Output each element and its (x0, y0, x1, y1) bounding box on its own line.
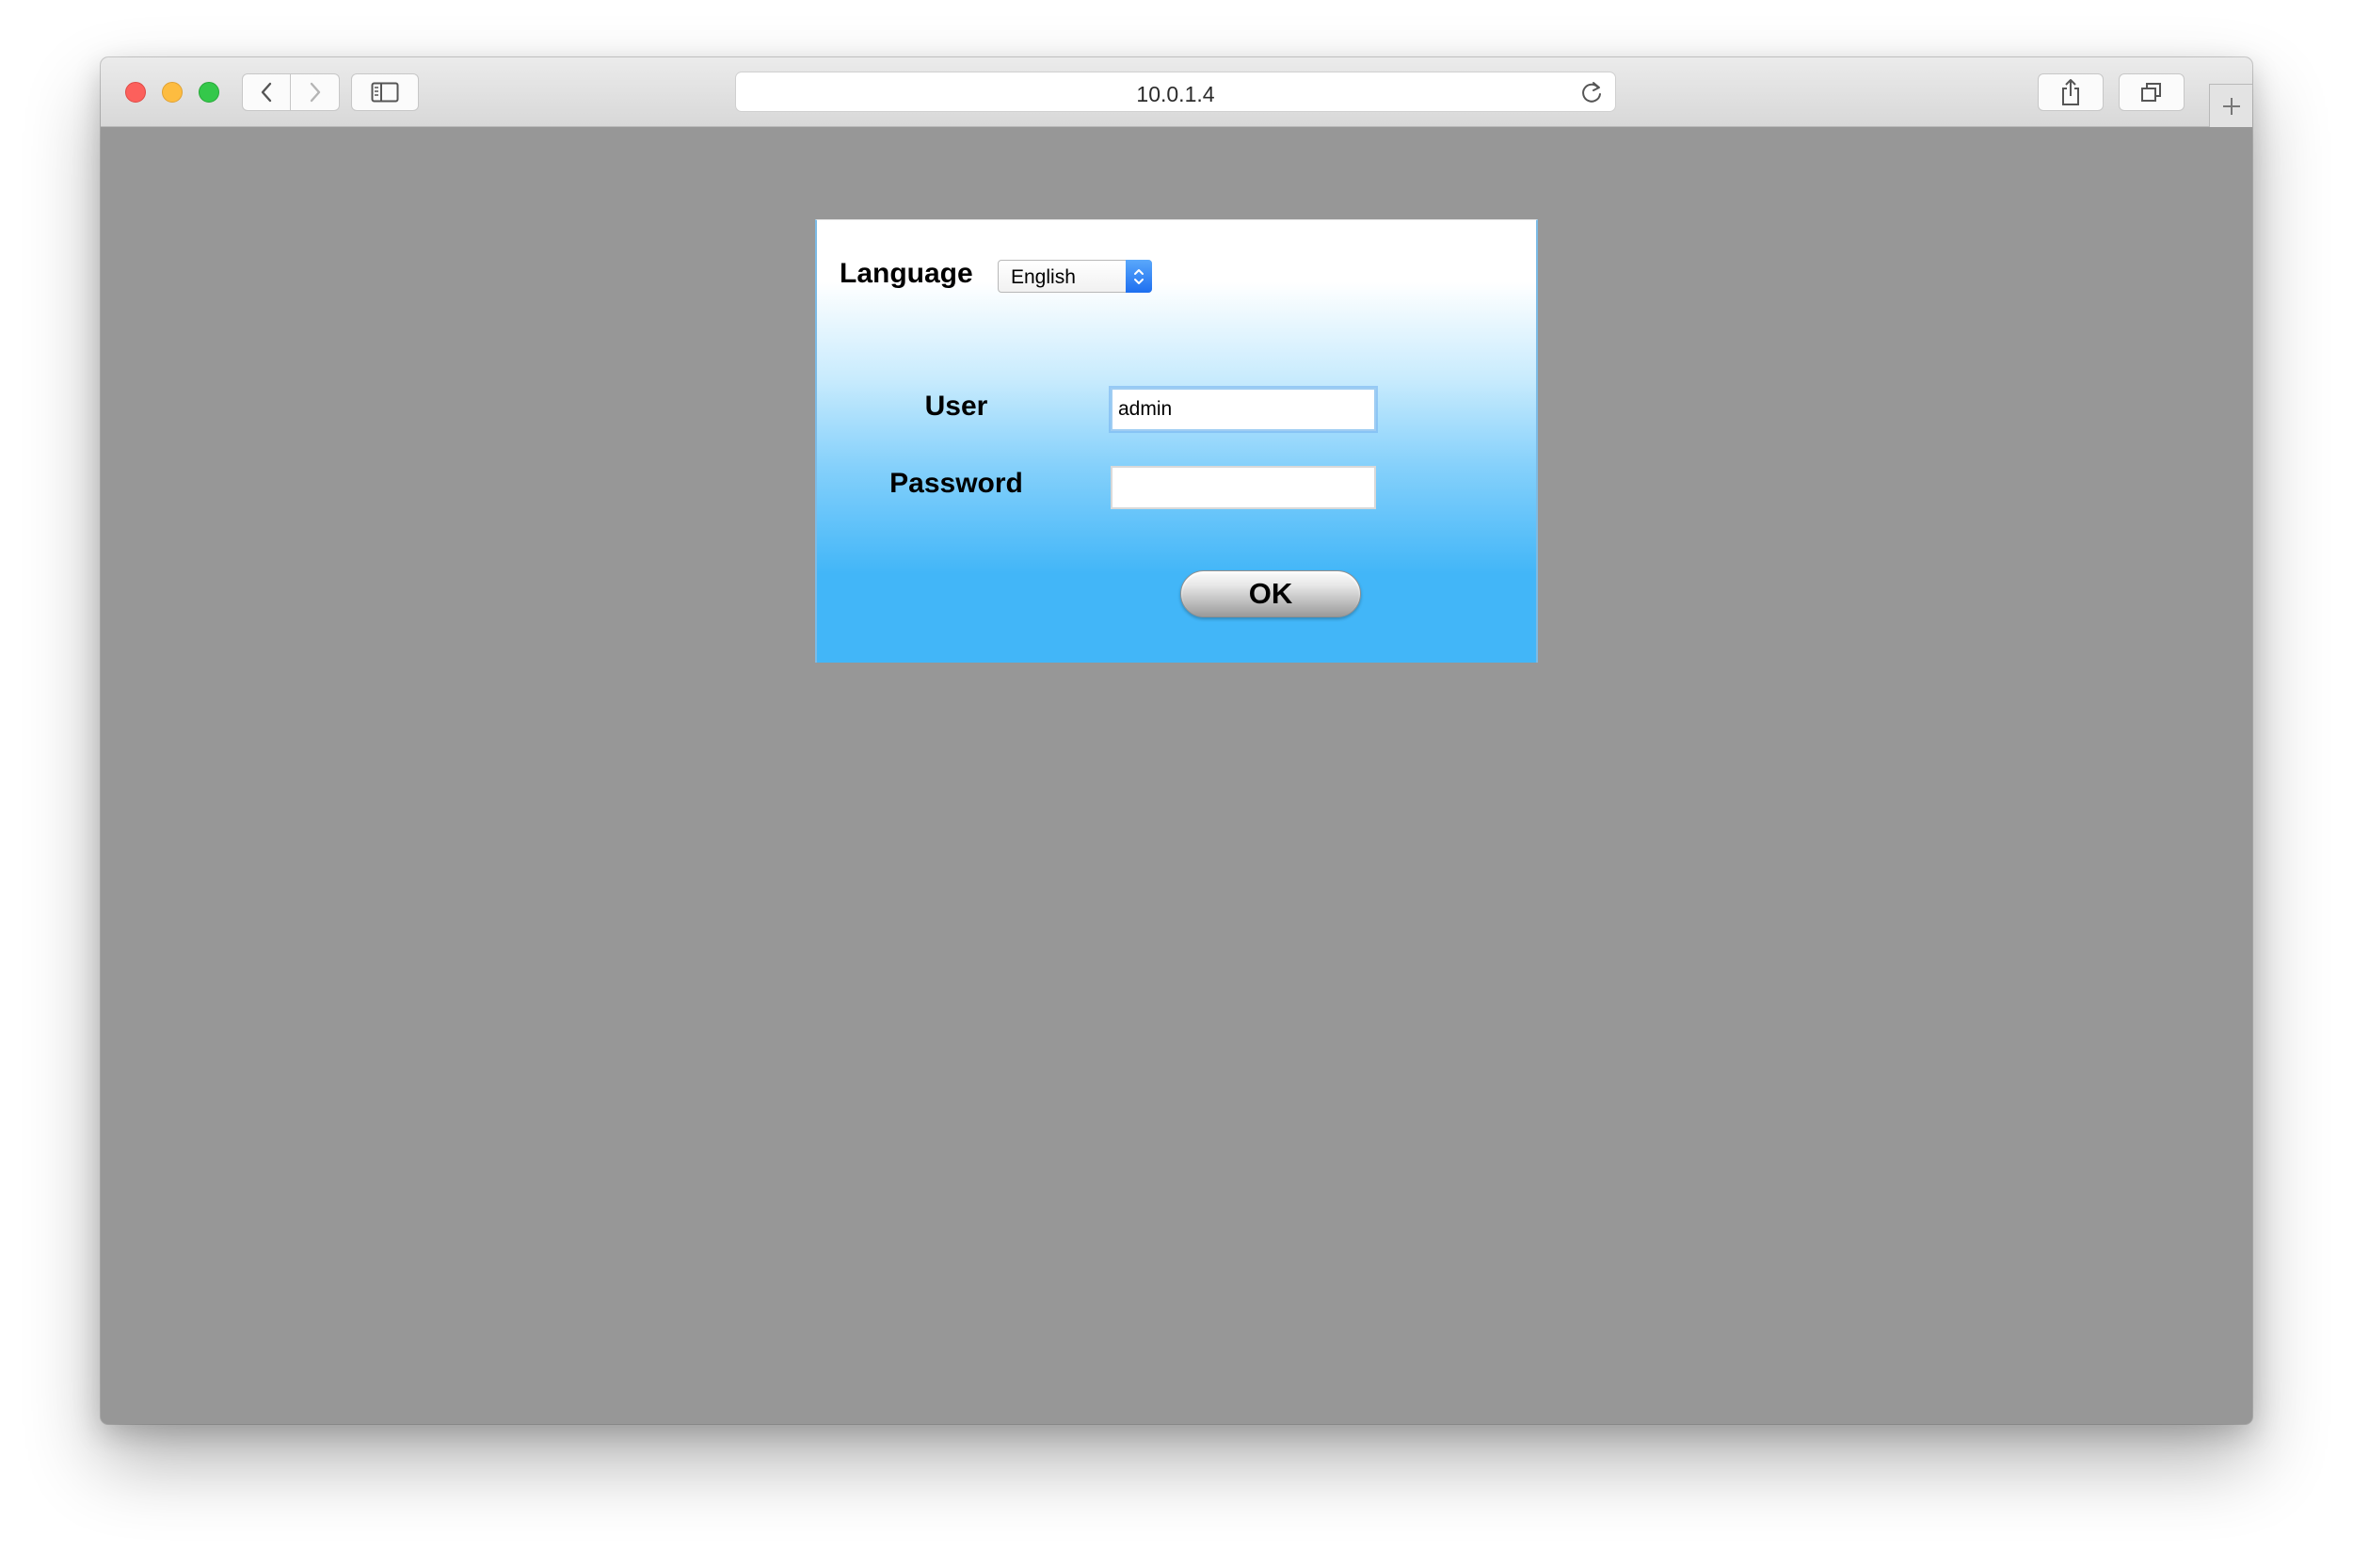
password-label: Password (889, 468, 1023, 499)
language-label: Language (840, 258, 973, 289)
sidebar-icon (371, 82, 399, 103)
plus-icon (2222, 97, 2240, 115)
select-arrows-icon (1126, 260, 1152, 293)
chevron-right-icon (310, 82, 320, 103)
chevron-left-icon (261, 82, 272, 103)
password-input[interactable] (1111, 466, 1376, 509)
minimize-window-button[interactable] (162, 82, 183, 103)
user-input[interactable] (1111, 388, 1376, 431)
address-url: 10.0.1.4 (1136, 82, 1215, 106)
new-tab-button[interactable] (2209, 84, 2252, 127)
tabs-overview-icon (2141, 83, 2161, 102)
browser-toolbar: 10.0.1.4 (101, 57, 2252, 127)
sidebar-toggle-button[interactable] (351, 73, 419, 111)
address-bar[interactable]: 10.0.1.4 (735, 72, 1616, 112)
page-content: Language English User Password OK (101, 127, 2252, 1424)
close-window-button[interactable] (125, 82, 146, 103)
back-button[interactable] (242, 73, 291, 111)
share-button[interactable] (2038, 73, 2104, 111)
maximize-window-button[interactable] (199, 82, 219, 103)
ok-button[interactable]: OK (1180, 570, 1361, 617)
reload-icon[interactable] (1579, 80, 1604, 104)
language-select[interactable]: English (998, 260, 1152, 293)
language-selected-value: English (1011, 266, 1076, 288)
tab-overview-button[interactable] (2119, 73, 2185, 111)
forward-button[interactable] (291, 73, 340, 111)
browser-window: 10.0.1.4 Language English User admin Pas… (101, 57, 2252, 1424)
share-icon (2062, 79, 2079, 105)
login-panel: Language English User Password OK (815, 219, 1538, 663)
user-label: User (924, 391, 988, 422)
